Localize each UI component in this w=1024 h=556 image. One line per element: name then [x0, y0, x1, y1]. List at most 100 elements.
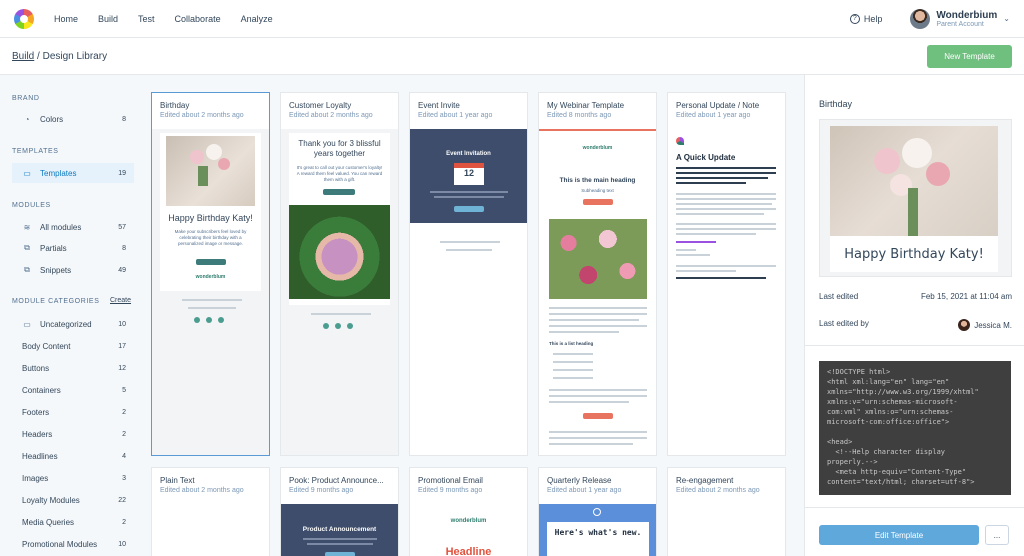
template-details-panel: Birthday Happy Birthday Katy! Last edite…: [804, 75, 1024, 556]
card-preview: wonderblum This is the main heading Subh…: [539, 129, 656, 455]
sidebar-item-partials[interactable]: ⧉ Partials 8: [12, 238, 134, 258]
help-label: Help: [863, 13, 883, 24]
sidebar-item-label: Containers: [22, 385, 61, 395]
sidebar-item-count: 10: [118, 320, 126, 328]
sidebar-item-buttons[interactable]: Buttons 12: [12, 358, 134, 378]
edit-template-button[interactable]: Edit Template: [819, 525, 979, 545]
template-card-personal-update[interactable]: Personal Update / Note Edited about 1 ye…: [667, 92, 786, 456]
tulips-image: [549, 219, 647, 299]
sidebar-item-count: 57: [118, 223, 126, 231]
create-category-link[interactable]: Create: [110, 297, 131, 304]
page-header: Build / Design Library New Template: [0, 38, 1024, 75]
sidebar-item-uncategorized[interactable]: ▭ Uncategorized 10: [12, 314, 134, 334]
preview-brand: wonderblum: [195, 274, 226, 280]
preview-button: [196, 259, 226, 265]
card-preview: A Quick Update: [668, 129, 785, 455]
preview-line: [676, 265, 776, 267]
sidebar-item-containers[interactable]: Containers 5: [12, 380, 134, 400]
card-edited: Edited about 1 year ago: [547, 487, 622, 494]
stem-shape: [908, 188, 918, 236]
brand-mark-icon: [676, 137, 684, 145]
preview-brand: wonderblum: [582, 145, 613, 151]
drop-icon: ◔: [24, 114, 30, 124]
account-menu[interactable]: Wonderbium Parent Account: [936, 10, 997, 28]
sidebar-item-count: 2: [122, 408, 126, 416]
template-card-event-invite[interactable]: Event Invite Edited about 1 year ago Eve…: [409, 92, 528, 456]
document-icon: ▭: [23, 168, 31, 178]
nav-build[interactable]: Build: [98, 14, 118, 24]
sidebar-item-all-modules[interactable]: ≋ All modules 57: [12, 217, 134, 237]
sidebar-item-label: All modules: [40, 222, 82, 232]
card-title: Re-engagement: [676, 476, 734, 485]
preview-line: [549, 395, 647, 397]
nav-analyze[interactable]: Analyze: [241, 14, 273, 24]
new-template-button[interactable]: New Template: [927, 45, 1012, 68]
edited-by-label: Last edited by: [819, 319, 869, 328]
preview-line: [676, 208, 776, 210]
template-card-my-webinar-template[interactable]: My Webinar Template Edited 8 months ago …: [538, 92, 657, 456]
sidebar-item-count: 12: [118, 364, 126, 372]
breadcrumb-build[interactable]: Build: [12, 51, 34, 62]
bouquet-image: [289, 205, 390, 299]
sidebar-item-count: 8: [122, 115, 126, 123]
card-title: Birthday: [160, 101, 190, 110]
avatar[interactable]: [910, 8, 931, 29]
sidebar-item-count: 17: [118, 342, 126, 350]
preview-line: [676, 270, 736, 272]
preview-line: [676, 223, 776, 225]
template-card-quarterly-release[interactable]: Quarterly Release Edited about 1 year ag…: [538, 467, 657, 556]
sidebar-item-images[interactable]: Images 3: [12, 468, 134, 488]
sidebar-item-label: Templates: [40, 168, 77, 178]
sidebar-item-footers[interactable]: Footers 2: [12, 402, 134, 422]
preview-line: [440, 241, 500, 243]
sidebar-item-snippets[interactable]: ⧉ Snippets 49: [12, 260, 134, 280]
app-logo-icon[interactable]: [14, 8, 34, 29]
flower-image: [830, 126, 998, 236]
sidebar-item-templates[interactable]: ▭ Templates 19: [12, 163, 134, 183]
sidebar-item-loyalty-modules[interactable]: Loyalty Modules 22: [12, 490, 134, 510]
sidebar-item-promotional-modules[interactable]: Promotional Modules 10: [12, 534, 134, 554]
preview-hero: Product Announcement: [281, 504, 398, 556]
nav-right: ? Help Wonderbium Parent Account ⌄: [849, 8, 1010, 29]
preview-line: [676, 198, 776, 200]
sidebar-item-label: Uncategorized: [40, 319, 92, 329]
nav-home[interactable]: Home: [54, 14, 78, 24]
nav-collaborate[interactable]: Collaborate: [175, 14, 221, 24]
preview-panel: Here's what's new.: [547, 522, 649, 556]
sidebar-item-body-content[interactable]: Body Content 17: [12, 336, 134, 356]
sidebar-item-headers[interactable]: Headers 2: [12, 424, 134, 444]
card-edited: Edited about 2 months ago: [160, 112, 244, 119]
social-icon: [206, 317, 212, 323]
last-edited-value: Feb 15, 2021 at 11:04 am: [920, 292, 1012, 301]
template-card-re-engagement[interactable]: Re-engagement Edited about 2 months ago: [667, 467, 786, 556]
template-card-birthday[interactable]: Birthday Edited about 2 months ago Happy…: [151, 92, 270, 456]
template-card-pook-product-announcement[interactable]: Pook: Product Announce... Edited 9 month…: [280, 467, 399, 556]
template-card-promotional-email[interactable]: Promotional Email Edited 9 months ago wo…: [409, 467, 528, 556]
sidebar-item-label: Headers: [22, 429, 53, 439]
sidebar-item-media-queries[interactable]: Media Queries 2: [12, 512, 134, 532]
help-link[interactable]: ? Help: [849, 13, 883, 24]
more-options-button[interactable]: ...: [985, 525, 1009, 545]
preview-heading: This is the main heading: [559, 177, 636, 184]
section-modules: MODULES: [12, 202, 51, 209]
preview-button: [583, 413, 613, 419]
layers-icon: ≋: [23, 222, 31, 232]
html-code-preview: <!DOCTYPE html> <html xml:lang="en" lang…: [819, 361, 1011, 495]
preview-line: [676, 228, 776, 230]
preview-email: Thank you for 3 blissful years together …: [289, 133, 390, 305]
sidebar-item-label: Loyalty Modules: [22, 495, 80, 505]
chevron-down-icon[interactable]: ⌄: [1003, 14, 1010, 23]
brand-mark-icon: [593, 508, 601, 516]
preview-button: [323, 189, 355, 195]
card-title: Plain Text: [160, 476, 195, 485]
preview-line: [676, 172, 776, 174]
sidebar-item-count: 5: [122, 386, 126, 394]
sidebar-item-headlines[interactable]: Headlines 4: [12, 446, 134, 466]
preview-list-heading: This is a list heading: [549, 341, 594, 346]
template-card-plain-text[interactable]: Plain Text Edited about 2 months ago: [151, 467, 270, 556]
sidebar-item-colors[interactable]: ◔ Colors 8: [12, 109, 134, 129]
preview-line: [676, 277, 766, 279]
template-card-customer-loyalty[interactable]: Customer Loyalty Edited about 2 months a…: [280, 92, 399, 456]
top-navigation: Home Build Test Collaborate Analyze ? He…: [0, 0, 1024, 38]
nav-test[interactable]: Test: [138, 14, 155, 24]
